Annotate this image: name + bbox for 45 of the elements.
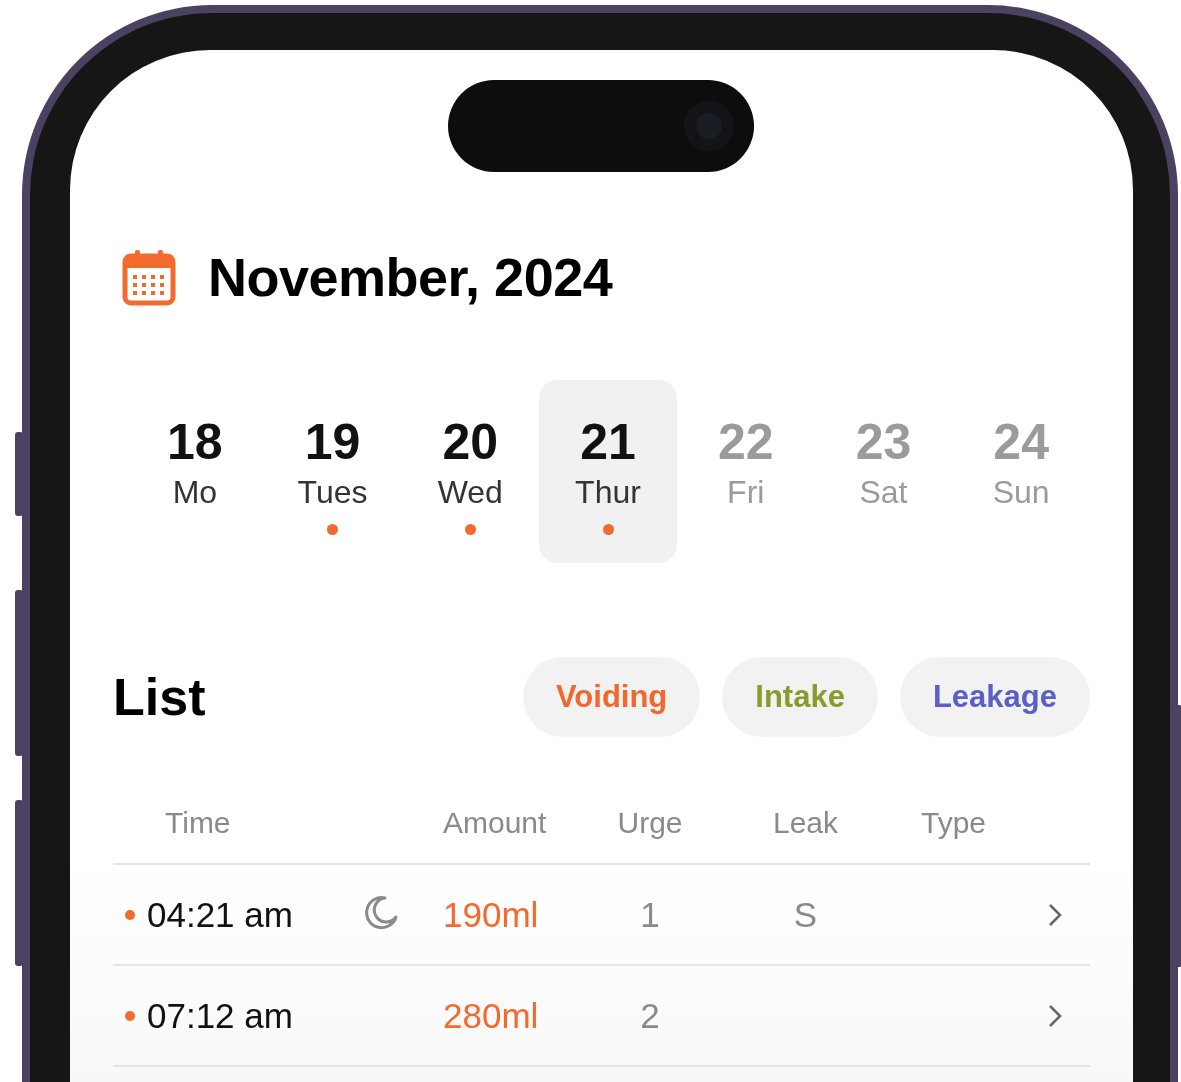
column-header: Time	[164, 805, 232, 840]
day-label: Fri	[727, 473, 765, 512]
urge-cell-text: 2	[639, 995, 661, 1036]
list-title: List	[113, 667, 206, 727]
day-item[interactable]: 21 Thur	[539, 380, 677, 563]
day-label: Sun	[992, 473, 1050, 512]
leak-cell-text: S	[792, 894, 819, 935]
day-number: 22	[717, 413, 774, 472]
column-header: Urge	[616, 805, 684, 840]
column-header: Type	[920, 805, 988, 840]
urge-cell-text: 1	[639, 894, 661, 935]
column-header: Leak	[771, 805, 840, 840]
day-item[interactable]: 18 Mo	[126, 380, 264, 563]
list-row[interactable]: 07:12 am 280ml 2	[113, 966, 1090, 1067]
day-number: 21	[580, 413, 636, 472]
month-title: November, 2024	[208, 246, 613, 308]
list-row[interactable]: 04:21 am 190ml 1 S	[113, 865, 1090, 966]
day-number: 23	[855, 413, 912, 472]
day-number: 20	[442, 413, 499, 472]
day-label: Wed	[437, 473, 503, 512]
day-number: 24	[993, 413, 1049, 472]
camera-icon	[684, 101, 734, 151]
day-number: 18	[167, 413, 223, 472]
filter-chip[interactable]: Leakage	[899, 657, 1090, 737]
day-label: Thur	[575, 473, 641, 512]
time-cell: 07:12 am	[147, 995, 293, 1036]
chevron-right-icon[interactable]	[1048, 1003, 1062, 1028]
day-item[interactable]: 20 Wed	[401, 380, 540, 563]
moon-icon	[363, 894, 399, 931]
time-cell: 04:21 am	[147, 894, 293, 935]
side-button[interactable]	[15, 432, 23, 516]
day-label: Tues	[297, 473, 368, 512]
entry-dot	[125, 909, 135, 920]
day-label: Sat	[859, 473, 908, 512]
amount-cell-text: 190ml	[443, 894, 540, 935]
day-label: Mo	[172, 473, 218, 512]
entry-dot	[125, 1010, 135, 1021]
side-button[interactable]	[15, 590, 23, 756]
day-item[interactable]: 19 Tues	[263, 380, 402, 563]
side-button[interactable]	[15, 800, 23, 966]
calendar-icon	[122, 248, 176, 306]
amount-cell-text: 280ml	[443, 995, 540, 1036]
chevron-right-icon[interactable]	[1048, 902, 1062, 927]
column-header: Amount	[443, 805, 548, 840]
day-number: 19	[304, 413, 361, 472]
